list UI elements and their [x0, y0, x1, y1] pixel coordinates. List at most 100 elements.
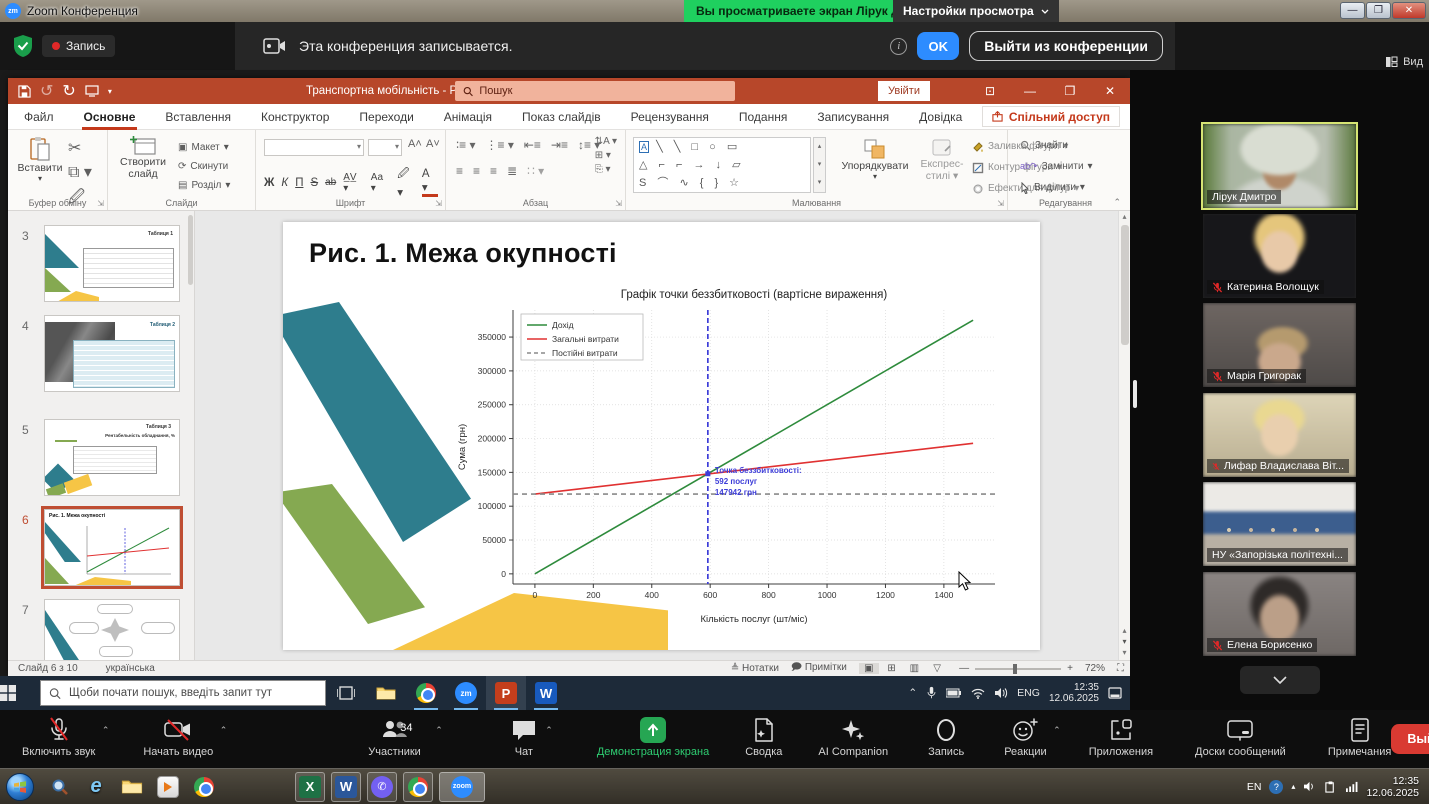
- tab-help[interactable]: Довідка: [917, 106, 964, 128]
- excel-button[interactable]: X: [295, 772, 325, 802]
- redo-icon[interactable]: ↻: [62, 81, 75, 101]
- network-tray-icon[interactable]: [1345, 781, 1358, 792]
- ppt-close-button[interactable]: ✕: [1090, 78, 1130, 104]
- notes-toggle[interactable]: ≜ Нотатки: [731, 663, 779, 674]
- slideshow-view-button[interactable]: ▽: [927, 663, 947, 674]
- scroll-up-icon[interactable]: ▴: [1119, 211, 1130, 223]
- shadow-button[interactable]: ab: [325, 177, 336, 188]
- participant-tile-3[interactable]: Марія Григорак: [1203, 303, 1356, 387]
- layout-button[interactable]: ▣Макет ▾: [178, 139, 230, 156]
- ribbon-display-options-icon[interactable]: ⊡: [970, 78, 1010, 104]
- tray-battery-icon[interactable]: [946, 688, 962, 698]
- tab-home[interactable]: Основне: [82, 106, 138, 128]
- tab-animations[interactable]: Анімація: [442, 106, 494, 128]
- zoom-slider-handle[interactable]: [1013, 664, 1017, 674]
- record-button[interactable]: Запись: [928, 717, 964, 758]
- explorer-button[interactable]: [117, 772, 147, 802]
- quick-styles-button[interactable]: Експрес- стилі ▾: [916, 138, 968, 182]
- align-left-icon[interactable]: ≡: [456, 164, 463, 178]
- internet-explorer-button[interactable]: e: [81, 772, 111, 802]
- zoom-out-button[interactable]: —: [959, 663, 969, 674]
- input-language[interactable]: ENG: [1017, 687, 1040, 699]
- restore-button[interactable]: ❐: [1366, 2, 1391, 19]
- previous-slide-button[interactable]: ▴: [1119, 625, 1130, 636]
- highlight-button[interactable]: 🖉▾: [397, 166, 415, 199]
- collapse-ribbon-icon[interactable]: ⌃: [1113, 197, 1121, 208]
- start-video-button[interactable]: Начать видео ⌃: [143, 717, 213, 758]
- file-explorer-button[interactable]: [366, 676, 406, 710]
- slide-thumbnail-4[interactable]: Таблиця 2: [44, 315, 180, 392]
- tab-slideshow[interactable]: Показ слайдів: [520, 106, 603, 128]
- numbering-icon[interactable]: ⋮≡ ▾: [485, 138, 513, 152]
- tab-design[interactable]: Конструктор: [259, 106, 331, 128]
- leave-button[interactable]: Выйти: [1391, 724, 1429, 754]
- ai-companion-button[interactable]: AI Companion: [818, 717, 888, 758]
- underline-button[interactable]: П: [295, 177, 303, 189]
- participant-tile-6[interactable]: Елена Борисенко: [1203, 572, 1356, 656]
- unmute-button[interactable]: Включить звук ⌃: [22, 717, 95, 758]
- zoom-percentage[interactable]: 72%: [1085, 663, 1105, 674]
- slide-thumbnail-6[interactable]: Рис. 1. Межа окупності: [44, 509, 180, 586]
- zoom-app-button[interactable]: zm: [446, 676, 486, 710]
- zoom-taskbar-button[interactable]: zoom: [439, 772, 485, 802]
- chrome-button[interactable]: [406, 676, 446, 710]
- ppt-search-box[interactable]: [455, 81, 735, 101]
- chrome-button[interactable]: [189, 772, 219, 802]
- italic-button[interactable]: К: [281, 177, 288, 189]
- word-button[interactable]: W: [526, 676, 566, 710]
- fit-slide-button[interactable]: ⛶: [1117, 663, 1124, 674]
- tab-recording[interactable]: Записування: [815, 106, 891, 128]
- align-center-icon[interactable]: ≡: [473, 164, 480, 178]
- recording-indicator[interactable]: Запись: [42, 35, 115, 57]
- slide-thumbnail-5[interactable]: Таблиця 3 Рентабельність обладнання, %: [44, 419, 180, 496]
- tray-expand-icon[interactable]: ⌃: [908, 687, 917, 699]
- summary-button[interactable]: Сводка: [745, 717, 782, 758]
- font-color-button[interactable]: А ▾: [422, 168, 438, 197]
- word-button[interactable]: W: [331, 772, 361, 802]
- taskbar-search-input[interactable]: [69, 687, 317, 699]
- participant-tile-5[interactable]: НУ «Запорізька політехні...: [1203, 482, 1356, 566]
- clipboard-dialog-launcher[interactable]: ⇲: [97, 199, 104, 208]
- ok-button[interactable]: OK: [917, 32, 959, 60]
- video-options-caret[interactable]: ⌃: [220, 725, 228, 736]
- apps-button[interactable]: Приложения: [1089, 717, 1153, 758]
- tray-volume-icon[interactable]: [994, 687, 1008, 699]
- text-direction-icon[interactable]: ⇅A ▾: [595, 136, 617, 147]
- host-language[interactable]: EN: [1247, 781, 1262, 793]
- ppt-search-input[interactable]: [479, 85, 727, 97]
- ppt-restore-button[interactable]: ❐: [1050, 78, 1090, 104]
- align-text-icon[interactable]: ⊞ ▾: [595, 150, 617, 161]
- main-scrollbar[interactable]: ▴ ▴ ▾ ▾: [1118, 211, 1130, 660]
- thumbnail-scrollbar[interactable]: [188, 215, 193, 285]
- participant-tile-2[interactable]: Катерина Волощук: [1203, 214, 1356, 298]
- shapes-gallery-scroll[interactable]: ▴▾▾: [813, 137, 826, 193]
- chat-button[interactable]: Чат ⌃: [511, 717, 537, 758]
- tab-view[interactable]: Подання: [737, 106, 789, 128]
- reactions-button[interactable]: Реакции ⌃: [1004, 717, 1047, 758]
- taskbar-clock[interactable]: 12:35 12.06.2025: [1049, 682, 1099, 704]
- tab-insert[interactable]: Вставлення: [163, 106, 233, 128]
- smartart-icon[interactable]: ⎘ ▾: [595, 164, 617, 175]
- font-dialog-launcher[interactable]: ⇲: [435, 199, 442, 208]
- tray-wifi-icon[interactable]: [971, 688, 985, 699]
- whiteboards-button[interactable]: Доски сообщений: [1195, 717, 1286, 758]
- participant-tile-4[interactable]: Лифар Владислава Віт...: [1203, 393, 1356, 477]
- reset-button[interactable]: ⟳Скинути: [178, 158, 230, 175]
- justify-icon[interactable]: ≣: [507, 164, 517, 178]
- help-tray-icon[interactable]: ?: [1269, 780, 1283, 794]
- view-settings-button[interactable]: Настройки просмотра: [893, 0, 1059, 22]
- share-screen-button[interactable]: Демонстрация экрана: [597, 717, 709, 758]
- start-button[interactable]: [0, 685, 40, 701]
- collapse-videos-button[interactable]: [1240, 666, 1320, 694]
- breakeven-chart-container[interactable]: 0200400600800100012001400050000100000150…: [453, 286, 1010, 628]
- tray-expand-icon[interactable]: ▴: [1291, 782, 1295, 791]
- ppt-minimize-button[interactable]: —: [1010, 78, 1050, 104]
- bullets-icon[interactable]: ∶≡ ▾: [456, 138, 475, 152]
- viber-button[interactable]: ✆: [367, 772, 397, 802]
- participants-button[interactable]: 34 Участники ⌃: [368, 717, 421, 758]
- notes-button[interactable]: Примечания: [1328, 717, 1392, 758]
- bold-button[interactable]: Ж: [264, 177, 274, 189]
- slide-thumbnail-7[interactable]: [44, 599, 180, 660]
- character-spacing-button[interactable]: A̲V̲ ▾: [343, 172, 364, 194]
- increase-indent-icon[interactable]: ⇥≡: [551, 138, 568, 152]
